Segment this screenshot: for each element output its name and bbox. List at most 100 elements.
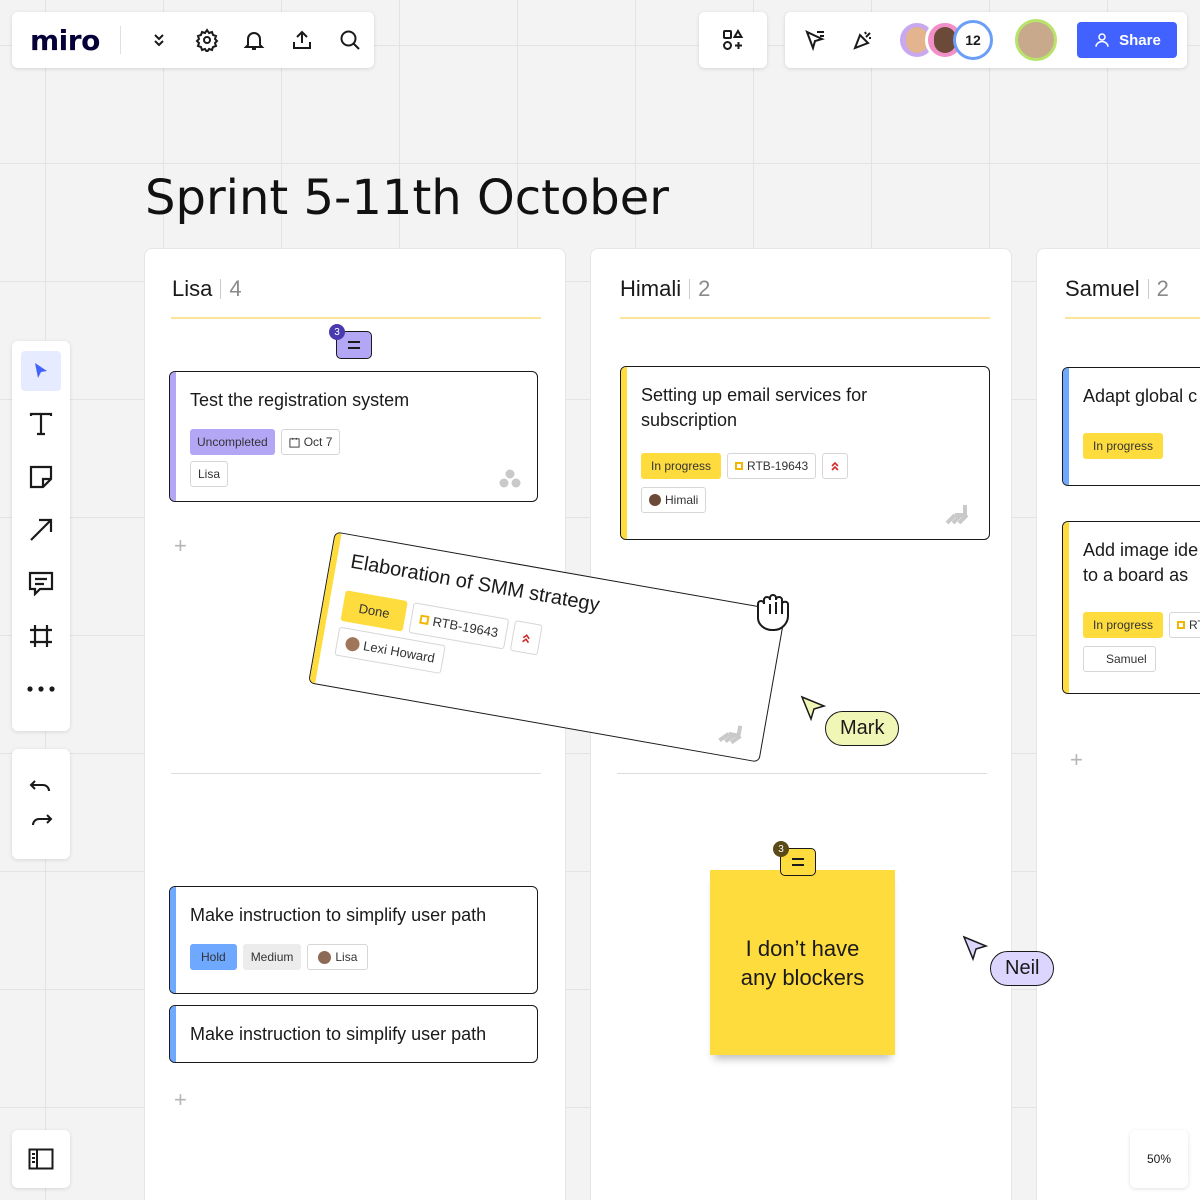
status-badge[interactable]: In progress [1083,612,1164,638]
due-date: Oct 7 [303,435,333,449]
comment-bubble[interactable]: 3 [329,324,372,359]
sidebar-panel-icon [28,1148,54,1170]
avatar [649,494,661,506]
status-badge[interactable]: In progress [1083,433,1164,459]
more-tools[interactable] [21,669,61,709]
column-header-himali[interactable]: Himali 2 [620,276,710,302]
undo-redo-panel [12,749,70,859]
assignee-tag[interactable]: Himali [641,487,707,513]
avatar [344,635,361,652]
priority-tag[interactable] [510,620,544,656]
assignee-tag[interactable]: Samuel [1083,646,1156,672]
undo-icon[interactable] [29,777,53,797]
text-icon [29,412,53,436]
swimlane-divider [617,773,987,774]
card-title: Setting up email services for subscripti… [641,385,868,430]
assignee-name: Samuel [1106,652,1147,666]
select-tool[interactable] [21,351,61,391]
search-icon[interactable] [326,16,374,64]
jira-square-icon [419,614,430,626]
status-badge[interactable]: In progress [641,453,722,479]
status-badge[interactable]: Hold [190,944,237,970]
column-count: 2 [1147,278,1169,300]
collaboration-toolbar: 12 Share [785,12,1187,68]
comment-tool[interactable] [21,563,61,603]
avatar[interactable] [1015,19,1057,61]
priority-high-icon [522,633,531,643]
assignee-tag[interactable]: Lisa [190,461,229,487]
column-underline [171,317,541,319]
add-card-plus-icon[interactable]: + [174,533,187,559]
sticky-text: I don’t have any blockers [740,935,865,990]
avatar [318,950,332,964]
frames-panel-toggle[interactable] [12,1130,70,1188]
comment-lines-icon [348,341,360,349]
comment-count-badge: 3 [329,324,345,340]
jira-square-icon [735,462,744,470]
chevron-down-icon[interactable] [135,16,183,64]
add-card-plus-icon[interactable]: + [1070,747,1083,773]
share-button[interactable]: Share [1077,22,1177,58]
status-badge[interactable]: Done [340,590,408,632]
ticket-id: RT [1189,618,1200,632]
card-title: Add image ide to a board as s [1083,540,1199,585]
task-card[interactable]: Make instruction to simplify user path H… [169,886,538,994]
apps-panel [699,12,767,68]
gear-icon[interactable] [183,16,231,64]
card-title: Make instruction to simplify user path [190,905,487,925]
column-count: 4 [220,278,242,300]
more-dots-icon [27,686,55,692]
celebrate-icon[interactable] [839,16,887,64]
ticket-tag[interactable]: RT [1169,612,1200,638]
task-card[interactable]: Test the registration system Uncompleted… [169,371,538,502]
card-title: Make instruction to simplify user path [190,1024,487,1044]
bell-icon[interactable] [230,16,278,64]
task-card[interactable]: Add image ide to a board as s In progres… [1062,521,1200,694]
task-card[interactable]: Make instruction to simplify user path [169,1005,538,1063]
priority-tag[interactable]: Medium [242,944,302,970]
upload-icon[interactable] [278,16,326,64]
cursor-lines-icon[interactable] [791,16,839,64]
ticket-tag[interactable]: RTB-19643 [727,453,817,479]
column-name: Lisa [172,276,213,301]
cursor-label-mark: Mark [825,711,900,746]
comment-count-badge: 3 [773,841,789,857]
comment-bubble[interactable]: 3 [773,841,816,876]
collaborator-count[interactable]: 12 [953,20,993,60]
task-card[interactable]: Setting up email services for subscripti… [620,366,990,540]
sticky-note[interactable]: I don’t have any blockers [710,870,895,1055]
column-underline [1065,317,1200,319]
add-card-plus-icon[interactable]: + [174,1087,187,1113]
due-date-tag[interactable]: Oct 7 [280,429,341,455]
creation-toolbar [12,341,70,731]
priority-tag[interactable] [822,453,849,479]
board-title[interactable]: Sprint 5-11th October [145,170,669,226]
shapes-plus-icon[interactable] [709,16,757,64]
connector-tool[interactable] [21,510,61,550]
sticky-note-tool[interactable] [21,457,61,497]
task-card[interactable]: Adapt global c In progress [1062,367,1200,486]
ticket-id: RTB-19643 [431,613,500,641]
column-header-lisa[interactable]: Lisa 4 [172,276,242,302]
zoom-level[interactable]: 50% [1130,1130,1188,1188]
arrow-icon [30,518,53,541]
miro-logo[interactable]: miro [30,24,110,57]
cursor-label-neil: Neil [990,951,1055,986]
comment-lines-icon [792,858,804,866]
frame-icon [30,625,52,647]
column-name: Samuel [1065,276,1140,301]
grab-hand-icon [757,594,789,631]
redo-icon[interactable] [29,811,53,831]
assignee-tag[interactable]: Lisa [307,944,369,970]
collaborator-avatars[interactable]: 12 [897,20,993,60]
pointer-icon [35,363,47,378]
app-circles-icon [499,469,521,488]
main-toolbar: miro [12,12,374,68]
user-icon [1095,33,1109,47]
frame-tool[interactable] [21,616,61,656]
column-underline [620,317,990,319]
status-badge[interactable]: Uncompleted [190,429,275,455]
comment-icon [28,571,54,596]
column-header-samuel[interactable]: Samuel 2 [1065,276,1169,302]
text-tool[interactable] [21,404,61,444]
